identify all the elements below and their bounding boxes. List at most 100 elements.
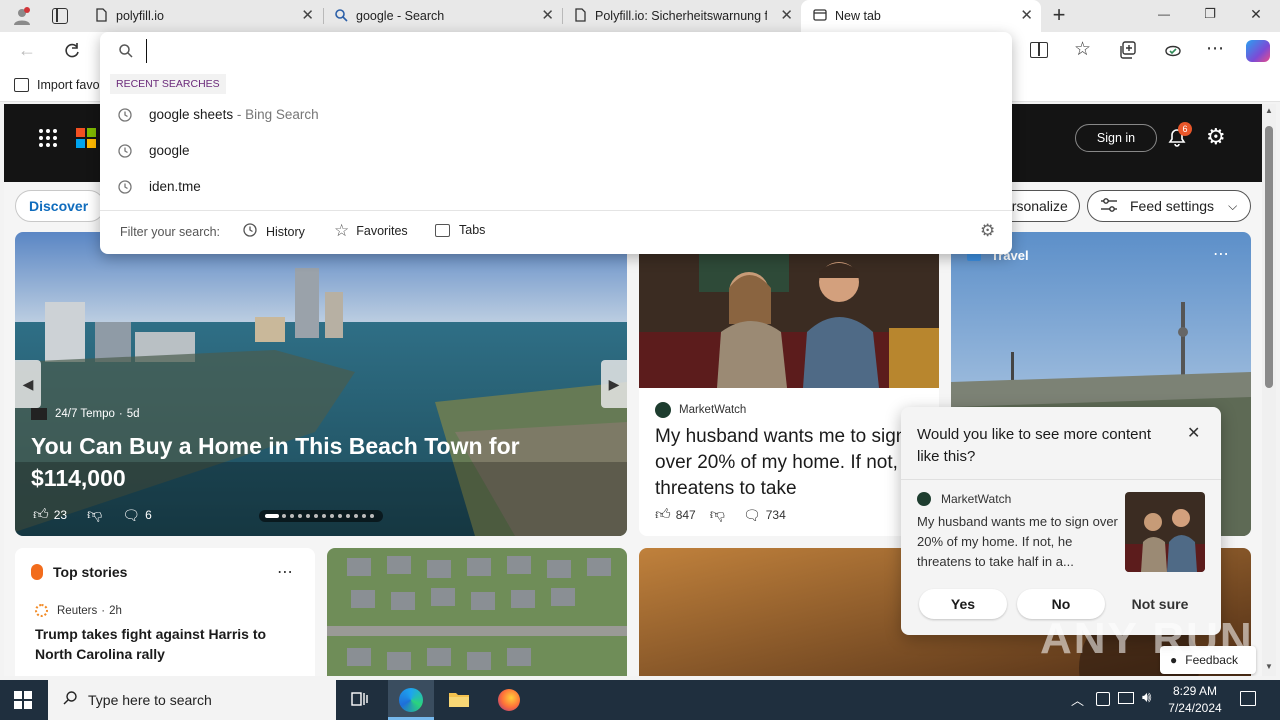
close-icon[interactable]: ✕ bbox=[780, 8, 793, 24]
refresh-button[interactable] bbox=[62, 41, 82, 61]
tab-actions-icon[interactable] bbox=[52, 8, 68, 24]
taskbar-search-placeholder: Type here to search bbox=[88, 692, 212, 708]
new-tab-button[interactable]: + bbox=[1047, 2, 1071, 28]
comment-icon[interactable]: 🗨︎ bbox=[743, 507, 761, 524]
restore-button[interactable]: ❐ bbox=[1198, 6, 1222, 22]
close-icon[interactable]: ✕ bbox=[1020, 8, 1033, 24]
collections-icon[interactable] bbox=[1119, 41, 1137, 59]
back-button[interactable]: ← bbox=[18, 41, 36, 59]
address-input[interactable] bbox=[146, 39, 986, 63]
import-favorites-item[interactable]: Import favo bbox=[14, 78, 100, 92]
popup-snippet[interactable]: My husband wants me to sign over 20% of … bbox=[917, 512, 1121, 572]
suggestion-item[interactable]: google sheets - Bing Search bbox=[100, 97, 1012, 133]
split-screen-icon[interactable] bbox=[1030, 42, 1048, 58]
carousel-prev-button[interactable]: ◀ bbox=[15, 360, 41, 408]
feed-settings-button[interactable]: Feed settings ⌵ bbox=[1087, 190, 1251, 222]
search-settings-gear-icon[interactable]: ⚙ bbox=[980, 221, 995, 241]
not-sure-button[interactable]: Not sure bbox=[1117, 596, 1203, 612]
hero-card[interactable]: ◀ ▶ 24/7 Tempo · 5d You Can Buy a Home i… bbox=[15, 232, 627, 536]
scroll-down-arrow[interactable]: ▼ bbox=[1265, 662, 1273, 671]
copilot-icon[interactable] bbox=[1246, 40, 1270, 62]
show-hidden-icons-chevron[interactable]: ︿ bbox=[1071, 690, 1084, 709]
thumbs-down-icon[interactable]: 👎︎ bbox=[710, 506, 725, 524]
more-options-icon[interactable]: ⋯ bbox=[1213, 244, 1229, 264]
clock-date[interactable]: 7/24/2024 bbox=[1164, 701, 1226, 715]
close-icon[interactable]: ✕ bbox=[1187, 423, 1200, 443]
comment-icon[interactable]: 🗨︎ bbox=[122, 507, 140, 524]
card2-source-name: MarketWatch bbox=[679, 404, 747, 416]
close-icon[interactable]: ✕ bbox=[301, 8, 314, 24]
yes-button[interactable]: Yes bbox=[919, 589, 1007, 619]
thumbs-up-icon[interactable]: 👍︎ bbox=[655, 506, 671, 524]
firefox-icon[interactable] bbox=[498, 689, 520, 711]
scrollbar-thumb[interactable] bbox=[1265, 126, 1273, 388]
profile-avatar[interactable] bbox=[12, 6, 32, 26]
star-icon: ☆ bbox=[334, 221, 350, 240]
suggestion-suffix: - Bing Search bbox=[236, 107, 319, 122]
carousel-next-button[interactable]: ▶ bbox=[601, 360, 627, 408]
file-explorer-icon[interactable] bbox=[448, 690, 470, 708]
filter-history-label: History bbox=[266, 224, 305, 239]
volume-icon[interactable]: 🔊︎ bbox=[1142, 689, 1151, 706]
thumbs-down-icon[interactable]: 👎︎ bbox=[87, 506, 102, 524]
tab-title: polyfill.io bbox=[116, 9, 164, 23]
hero-reactions: 👍︎ 23 👎︎ 🗨︎ 6 bbox=[33, 506, 152, 524]
edge-icon bbox=[399, 688, 423, 712]
address-bar-dropdown: RECENT SEARCHES google sheets - Bing Sea… bbox=[100, 32, 1012, 254]
hero-comments: 6 bbox=[145, 508, 152, 522]
task-view-icon[interactable] bbox=[350, 691, 370, 709]
carousel-dots[interactable] bbox=[259, 510, 383, 522]
reuters-logo-icon bbox=[35, 604, 48, 617]
search-icon bbox=[334, 8, 348, 25]
notifications-bell-icon[interactable]: 6 bbox=[1166, 122, 1192, 150]
houses-card[interactable] bbox=[327, 548, 627, 676]
settings-gear-icon[interactable]: ⚙ bbox=[1206, 126, 1226, 148]
more-options-icon[interactable]: ⋯ bbox=[277, 562, 293, 582]
page-scrollbar[interactable]: ▲ ▼ bbox=[1262, 104, 1276, 676]
sliders-icon bbox=[1100, 197, 1118, 216]
clock-time[interactable]: 8:29 AM bbox=[1166, 684, 1224, 698]
more-content-popup: Would you like to see more content like … bbox=[901, 407, 1221, 635]
favorites-star-icon[interactable]: ☆ bbox=[1074, 38, 1091, 61]
suggestion-item[interactable]: google bbox=[100, 133, 1012, 169]
close-window-button[interactable]: ✕ bbox=[1244, 6, 1268, 23]
microsoft-logo bbox=[76, 128, 96, 148]
tab-polyfill[interactable]: polyfill.io ✕ bbox=[86, 0, 322, 32]
tab-new-tab[interactable]: New tab ✕ bbox=[801, 0, 1041, 32]
filter-tabs-button[interactable]: Tabs bbox=[435, 223, 485, 237]
tab-google-search[interactable]: google - Search ✕ bbox=[324, 0, 562, 32]
discover-tab[interactable]: Discover bbox=[15, 190, 105, 222]
taskbar-search-box[interactable]: Type here to search bbox=[48, 680, 336, 720]
news-card-marketwatch[interactable]: MarketWatch My husband wants me to sign … bbox=[639, 232, 939, 536]
anyrun-watermark: ANY RUN bbox=[1040, 614, 1254, 663]
card2-likes: 847 bbox=[675, 508, 696, 522]
tab-polyfill-warning[interactable]: Polyfill.io: Sicherheitswarnung fü ✕ bbox=[563, 0, 801, 32]
suggestion-item[interactable]: iden.tme bbox=[100, 169, 1012, 205]
apps-launcher-icon[interactable] bbox=[38, 128, 58, 148]
tabs-icon bbox=[435, 223, 450, 237]
story-headline[interactable]: Trump takes fight against Harris to Nort… bbox=[35, 624, 305, 664]
history-clock-icon bbox=[117, 143, 133, 162]
tab-title: Polyfill.io: Sicherheitswarnung fü bbox=[595, 9, 767, 23]
personalize-button[interactable]: ersonalize bbox=[1004, 190, 1080, 222]
display-icon[interactable] bbox=[1118, 692, 1134, 704]
card2-headline[interactable]: My husband wants me to sign over 20% of … bbox=[655, 424, 925, 504]
network-icon[interactable] bbox=[1096, 692, 1110, 706]
close-icon[interactable]: ✕ bbox=[541, 8, 554, 24]
start-button[interactable] bbox=[14, 691, 32, 709]
tab-title: google - Search bbox=[356, 9, 445, 23]
thumbs-up-icon[interactable]: 👍︎ bbox=[33, 506, 49, 524]
hero-headline[interactable]: You Can Buy a Home in This Beach Town fo… bbox=[31, 430, 551, 494]
filter-history-button[interactable]: History bbox=[242, 222, 305, 241]
taskbar-edge-app[interactable] bbox=[388, 680, 434, 720]
scroll-up-arrow[interactable]: ▲ bbox=[1265, 106, 1273, 115]
more-options-icon[interactable]: ⋯ bbox=[1206, 38, 1225, 59]
filter-favorites-button[interactable]: ☆ Favorites bbox=[334, 221, 408, 241]
suggestion-text: google sheets bbox=[149, 107, 234, 122]
tab-title: New tab bbox=[835, 9, 881, 23]
top-stories-card: Top stories ⋯ Reuters · 2h Trump takes f… bbox=[15, 548, 315, 676]
sign-in-button[interactable]: Sign in bbox=[1075, 124, 1157, 152]
minimize-button[interactable]: — bbox=[1152, 7, 1176, 21]
browser-essentials-icon[interactable] bbox=[1163, 41, 1183, 61]
notification-center-icon[interactable] bbox=[1240, 691, 1256, 706]
